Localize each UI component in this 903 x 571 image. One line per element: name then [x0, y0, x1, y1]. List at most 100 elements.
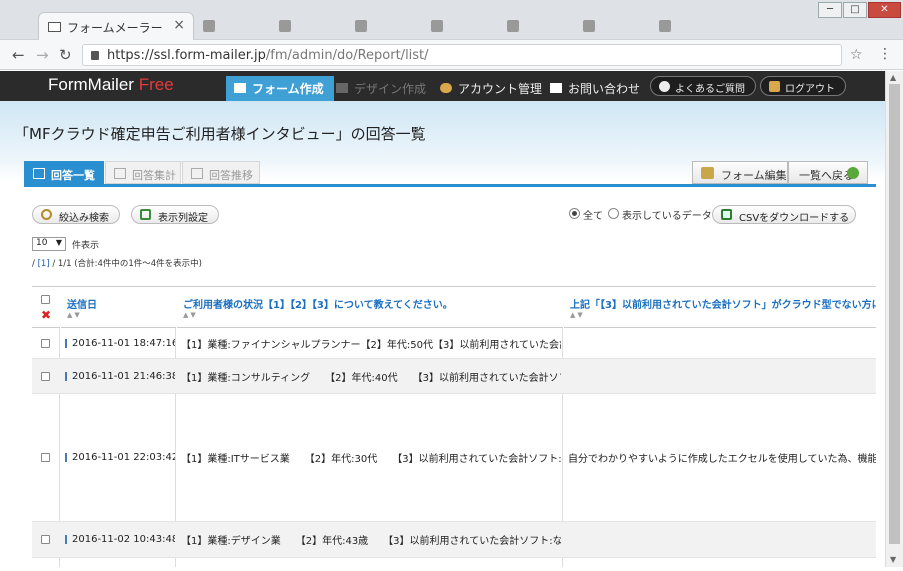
form-edit-label: フォーム編集 — [721, 169, 787, 182]
delete-x-icon[interactable]: ✖ — [41, 308, 51, 322]
tab-response-summary: 回答集計 — [105, 161, 181, 184]
favicon-icon — [279, 20, 291, 32]
monitor-icon[interactable] — [65, 535, 67, 544]
monitor-icon[interactable] — [65, 453, 67, 462]
browser-tab-background[interactable] — [504, 14, 576, 40]
date-text: 2016-11-02 10:43:48 — [72, 534, 175, 545]
browser-tab-background[interactable] — [656, 14, 728, 40]
sort-arrows-icon[interactable]: ▲▼ — [183, 311, 198, 319]
browser-tab-background[interactable] — [428, 14, 500, 40]
page-content: 「MFクラウド確定申告ご利用者様インタビュー」の回答一覧 回答一覧 回答集計 回… — [0, 101, 885, 567]
mail-icon — [48, 22, 61, 32]
q2-cell — [568, 359, 876, 393]
lock-icon — [91, 51, 99, 60]
browser-tab-background[interactable] — [580, 14, 652, 40]
close-window-button[interactable]: ✕ — [868, 2, 901, 18]
select-all-checkbox[interactable] — [41, 295, 50, 304]
filter-search-label: 絞込み検索 — [59, 213, 109, 224]
table-row[interactable]: 2016-11-02 10:43:48 【1】業種:デザイン業 【2】年代:43… — [32, 522, 876, 558]
row-checkbox-cell — [41, 329, 50, 358]
row-checkbox[interactable] — [41, 339, 50, 348]
table-row[interactable]: 2016-11-01 21:46:38 【1】業種:コンサルティング 【2】年代… — [32, 359, 876, 394]
reload-icon[interactable]: ↻ — [59, 46, 72, 64]
row-checkbox[interactable] — [41, 535, 50, 544]
tab-close-icon[interactable]: × — [173, 17, 185, 33]
nav-label: フォーム作成 — [252, 82, 324, 96]
radio-all-label: 全て — [583, 211, 603, 222]
row-checkbox[interactable] — [41, 453, 50, 462]
header-date[interactable]: 送信日 ▲▼ — [61, 287, 176, 328]
browser-tab-background[interactable] — [352, 14, 424, 40]
browser-tab-background[interactable] — [200, 14, 272, 40]
chart-icon — [114, 168, 126, 179]
edit-icon — [701, 167, 714, 179]
date-cell: 2016-11-01 21:46:38 — [65, 359, 175, 393]
app-header: FormMailer Free フォーム作成 デザイン作成 アカウント管理 お問… — [0, 71, 885, 101]
pager-summary: / 1/1 (合計:4件中の1件～4件を表示中) — [49, 259, 202, 269]
sort-arrows-icon[interactable]: ▲▼ — [67, 311, 82, 319]
q2-cell — [568, 329, 876, 358]
design-icon — [336, 83, 348, 93]
nav-form-create[interactable]: フォーム作成 — [226, 76, 334, 101]
favicon-icon — [431, 20, 443, 32]
radio-all[interactable] — [569, 208, 580, 219]
minimize-button[interactable]: ─ — [818, 2, 842, 18]
nav-label: お問い合わせ — [568, 82, 641, 96]
nav-contact[interactable]: お問い合わせ — [542, 76, 650, 101]
maximize-button[interactable]: □ — [843, 2, 867, 18]
csv-label: CSVをダウンロードする — [739, 213, 850, 224]
monitor-icon[interactable] — [65, 371, 67, 381]
table-row[interactable]: 2016-11-01 22:03:42 【1】業種:ITサービス業 【2】年代:… — [32, 394, 876, 522]
back-to-list-button[interactable]: 一覧へ戻る — [788, 161, 868, 184]
nav-account[interactable]: アカウント管理 — [432, 76, 552, 101]
faq-button[interactable]: よくあるご質問 — [650, 76, 756, 96]
browser-tab-active[interactable]: フォームメーラー × — [38, 12, 194, 40]
tab-label: 回答推移 — [209, 169, 253, 182]
monitor-icon[interactable] — [65, 339, 67, 348]
back-arrow-icon[interactable]: ← — [12, 46, 25, 64]
csv-download-button[interactable]: CSVをダウンロードする — [712, 205, 856, 224]
scroll-up-icon[interactable]: ▲ — [890, 73, 896, 82]
tab-label: 回答集計 — [132, 169, 176, 182]
date-cell: 2016-11-01 18:47:16 — [65, 329, 175, 358]
tab-label: 回答一覧 — [51, 169, 95, 182]
page-size-select[interactable]: 10 ▼ — [32, 237, 66, 251]
back-label: 一覧へ戻る — [799, 169, 854, 182]
bookmark-star-icon[interactable]: ☆ — [850, 47, 863, 63]
forward-arrow-icon[interactable]: → — [36, 46, 49, 64]
browser-tab-background[interactable] — [276, 14, 348, 40]
nav-design-create: デザイン作成 — [328, 76, 436, 101]
date-text: 2016-11-01 18:47:16 — [72, 338, 175, 349]
row-checkbox-cell — [41, 394, 50, 521]
header-q1[interactable]: ご利用者様の状況【1】【2】【3】について教えてください。 ▲▼ — [177, 287, 563, 328]
row-checkbox[interactable] — [41, 371, 50, 381]
header-date-label: 送信日 — [67, 300, 97, 311]
scrollbar-thumb[interactable] — [889, 84, 900, 544]
tab-response-list[interactable]: 回答一覧 — [24, 161, 104, 184]
form-edit-button[interactable]: フォーム編集 — [692, 161, 788, 184]
nav-label: デザイン作成 — [354, 82, 427, 96]
pager-page-link[interactable]: [1] — [38, 259, 50, 269]
pager-info: / [1] / 1/1 (合計:4件中の1件～4件を表示中) — [32, 257, 202, 269]
browser-titlebar: フォームメーラー × ─ □ ✕ — [0, 0, 903, 40]
scroll-down-icon[interactable]: ▼ — [890, 555, 896, 564]
form-icon — [234, 83, 246, 93]
envelope-icon — [550, 83, 562, 93]
chevron-down-icon: ▼ — [55, 238, 62, 247]
vertical-scrollbar[interactable]: ▲ ▼ — [885, 71, 903, 567]
filter-search-button[interactable]: 絞込み検索 — [32, 205, 120, 224]
column-settings-button[interactable]: 表示列設定 — [131, 205, 219, 224]
radio-visible-label: 表示しているデータ — [622, 211, 712, 222]
table-row[interactable]: 2016-11-01 18:47:16 【1】業種:ファイナンシャルプランナー【… — [32, 329, 876, 359]
url-input[interactable]: https://ssl.form-mailer.jp/fm/admin/do/R… — [82, 44, 842, 66]
sort-arrows-icon[interactable]: ▲▼ — [570, 311, 585, 319]
favicon-icon — [583, 20, 595, 32]
favicon-icon — [507, 20, 519, 32]
logo[interactable]: FormMailer Free — [48, 75, 174, 95]
header-q2[interactable]: 上記「【3】以前利用されていた会計ソフト」がクラウド型でない方にお伺いします ▲… — [564, 287, 876, 328]
row-checkbox-cell — [41, 359, 50, 393]
q1-cell: 【1】業種:ファイナンシャルプランナー【2】年代:50代【3】以前利用されていた… — [181, 340, 561, 351]
browser-menu-icon[interactable]: ⋮ — [878, 46, 892, 62]
logout-button[interactable]: ログアウト — [760, 76, 846, 96]
radio-visible-data[interactable] — [608, 208, 619, 219]
